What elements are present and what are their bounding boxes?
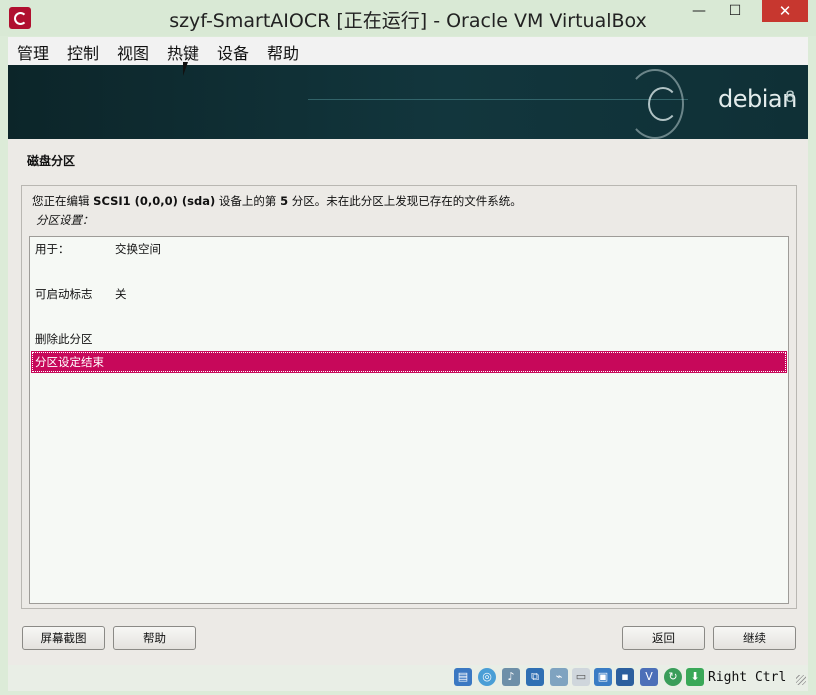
title-bar: szyf-SmartAIOCR [正在运行] - Oracle VM Virtu… [0,0,816,36]
list-item-value: 交换空间 [115,242,161,256]
list-item-key: 删除此分区 [35,332,93,346]
partition-settings-panel: 您正在编辑 SCSI1 (0,0,0) (sda) 设备上的第 5 分区。未在此… [21,185,797,609]
continue-button[interactable]: 继续 [713,626,796,650]
settings-label: 分区设置： [36,213,94,227]
device-name: SCSI1 (0,0,0) (sda) [93,194,216,208]
list-item-value: 关 [115,287,127,301]
list-item-delete-partition[interactable]: 删除此分区 [31,328,787,350]
shared-folders-icon[interactable]: ▭ [572,668,590,686]
maximize-button[interactable]: ☐ [718,0,752,22]
hard-disk-icon[interactable]: ▤ [454,668,472,686]
mouse-cursor-icon [183,62,193,76]
debian-banner: debian 8 [8,65,808,139]
status-bar: ▤ ◎ ♪ ⧉ ⌁ ▭ ▣ ▪ V ↻ ⬇ Right Ctrl [8,665,808,691]
list-item-use-as[interactable]: 用于： 交换空间 [31,238,787,260]
menu-bar: 管理 控制 视图 热键 设备 帮助 [8,37,808,66]
list-item-key: 分区设定结束 [35,355,104,369]
partition-settings-list[interactable]: 用于： 交换空间 可启动标志 关 删除此分区 分区设定结束 [29,236,789,604]
debian-version: 8 [785,87,796,106]
optical-drive-icon[interactable]: ◎ [478,668,496,686]
minimize-button[interactable]: — [684,0,714,22]
menu-item-help[interactable]: 帮助 [267,40,299,64]
list-item-key: 用于： [35,242,70,256]
display-icon[interactable]: ▣ [594,668,612,686]
mouse-integration-icon[interactable]: ↻ [664,668,682,686]
screenshot-button[interactable]: 屏幕截图 [22,626,105,650]
list-item-done-setting-up[interactable]: 分区设定结束 [31,351,787,373]
page-title: 磁盘分区 [27,154,76,168]
menu-item-control[interactable]: 控制 [67,40,99,64]
list-item-key: 可启动标志 [35,287,93,301]
resize-grip-icon[interactable] [796,675,806,685]
menu-item-devices[interactable]: 设备 [217,40,249,64]
debian-swirl-inner-icon [648,87,678,121]
partition-number: 5 [280,194,289,208]
vm-screen[interactable]: debian 8 磁盘分区 您正在编辑 SCSI1 (0,0,0) (sda) … [8,65,808,665]
close-button[interactable]: ✕ [762,0,808,22]
audio-icon[interactable]: ♪ [502,668,520,686]
help-button[interactable]: 帮助 [113,626,196,650]
video-capture-icon[interactable]: ▪ [616,668,634,686]
menu-item-hotkeys[interactable]: 热键 [167,40,199,64]
usb-icon[interactable]: ⌁ [550,668,568,686]
host-key-label: Right Ctrl [708,670,787,685]
menu-item-manage[interactable]: 管理 [17,40,49,64]
menu-item-view[interactable]: 视图 [117,40,149,64]
virtualization-icon[interactable]: V [640,668,658,686]
back-button[interactable]: 返回 [622,626,705,650]
partition-info-text: 您正在编辑 SCSI1 (0,0,0) (sda) 设备上的第 5 分区。未在此… [32,194,522,208]
keyboard-capture-icon[interactable]: ⬇ [686,668,704,686]
list-item-bootable-flag[interactable]: 可启动标志 关 [31,283,787,305]
network-icon[interactable]: ⧉ [526,668,544,686]
